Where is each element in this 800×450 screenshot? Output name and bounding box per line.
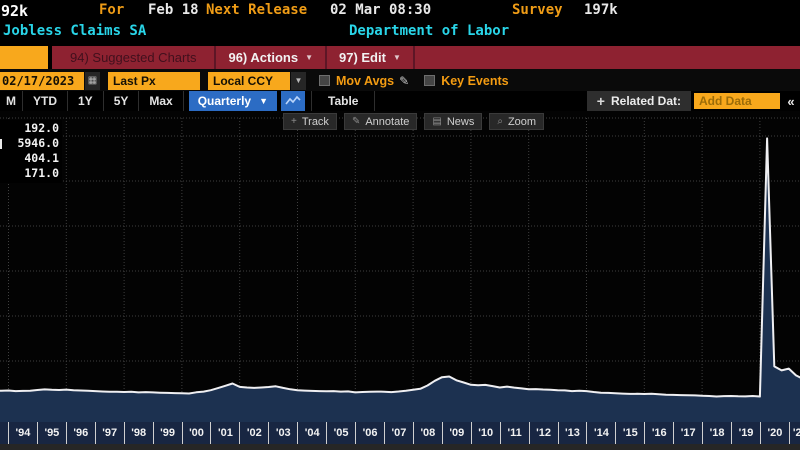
x-axis-label: '10	[471, 422, 500, 444]
calendar-icon[interactable]: ▦	[85, 72, 100, 90]
period-select[interactable]: Quarterly▼	[189, 91, 277, 111]
x-axis-label: '01	[210, 422, 239, 444]
x-axis-label: '14	[586, 422, 615, 444]
x-axis-label: '12	[529, 422, 558, 444]
security-name: Jobless Claims SA	[3, 23, 146, 39]
x-axis-label: '17	[673, 422, 702, 444]
annotate-button[interactable]: ✎Annotate	[344, 113, 417, 130]
collapse-panel-button[interactable]: «	[782, 91, 800, 111]
x-axis-label: '15	[615, 422, 644, 444]
news-icon: ▤	[432, 116, 441, 127]
x-axis-partial-label: '2	[789, 422, 800, 444]
add-data-input[interactable]	[694, 93, 780, 109]
key-events-checkbox[interactable]	[424, 75, 435, 86]
line-chart-icon	[285, 95, 301, 107]
legend-value: 192.0	[0, 121, 59, 136]
release-info-row: 92k For Feb 18 Next Release 02 Mar 08:30…	[0, 0, 800, 22]
chevron-down-icon: ▼	[393, 53, 401, 62]
survey-value: 197k	[584, 2, 618, 18]
bloomberg-terminal: 92k For Feb 18 Next Release 02 Mar 08:30…	[0, 0, 800, 450]
x-axis-label: '11	[500, 422, 529, 444]
x-axis: '94'95'96'97'98'99'00'01'02'03'04'05'06'…	[0, 422, 800, 444]
currency-dropdown-arrow[interactable]: ▼	[291, 72, 306, 90]
x-axis-label: '98	[124, 422, 153, 444]
zoom-icon: ⌕	[497, 116, 503, 127]
x-axis-label: '96	[66, 422, 95, 444]
x-axis-label: '08	[413, 422, 442, 444]
x-axis-label: '09	[442, 422, 471, 444]
toolbar-row: MYTD1Y5YMax Quarterly▼ Table +Related Da…	[0, 91, 800, 111]
price-plot[interactable]	[0, 111, 800, 422]
last-value: 92k	[1, 2, 28, 20]
bottom-strip	[0, 444, 800, 450]
annotate-icon: ✎	[352, 116, 360, 127]
x-axis-label: '18	[702, 422, 731, 444]
x-axis-label: '02	[239, 422, 268, 444]
range-button-m[interactable]: M	[0, 91, 23, 111]
controls-row: 02/17/2023 ▦ Last Px Local CCY ▼ Mov Avg…	[0, 69, 800, 91]
key-events-label: Key Events	[441, 74, 508, 88]
x-axis-label: '20	[760, 422, 789, 444]
range-buttons: MYTD1Y5YMax	[0, 91, 184, 111]
x-axis-label: '94	[8, 422, 37, 444]
date-input[interactable]: 02/17/2023	[0, 72, 84, 90]
legend-value: 171.0	[0, 166, 59, 181]
x-axis-label: '13	[558, 422, 587, 444]
plus-icon: +	[597, 93, 605, 109]
x-axis-label: '00	[182, 422, 211, 444]
legend-value: 404.1	[0, 151, 59, 166]
range-button-1y[interactable]: 1Y	[68, 91, 104, 111]
pencil-icon[interactable]: ✎	[399, 74, 409, 88]
range-button-max[interactable]: Max	[139, 91, 183, 111]
track-button[interactable]: +Track	[283, 113, 337, 130]
chevron-down-icon: ▼	[305, 53, 313, 62]
next-release-label: Next Release	[206, 2, 307, 18]
security-row: Jobless Claims SA Department of Labor	[0, 22, 800, 46]
x-axis-label: '99	[153, 422, 182, 444]
price-field-input[interactable]: Last Px	[108, 72, 200, 90]
survey-label: Survey	[512, 2, 563, 18]
high-marker	[0, 139, 2, 149]
x-axis-label: '97	[95, 422, 124, 444]
value-legend: 192.05946.0404.1171.0	[0, 120, 62, 183]
currency-input[interactable]: Local CCY	[208, 72, 290, 90]
command-block[interactable]	[0, 46, 48, 69]
chart-area: +Track ✎Annotate ▤News ⌕Zoom 192.05946.0404…	[0, 111, 800, 422]
x-axis-label: '16	[644, 422, 673, 444]
zoom-button[interactable]: ⌕Zoom	[489, 113, 544, 130]
x-axis-label: '06	[355, 422, 384, 444]
actions-menu[interactable]: 96) Actions▼	[216, 46, 327, 69]
next-release-value: 02 Mar 08:30	[330, 2, 431, 18]
chevron-down-icon: ▼	[259, 96, 268, 106]
table-button[interactable]: Table	[311, 91, 375, 111]
mov-avgs-label: Mov Avgs	[336, 74, 394, 88]
suggested-charts-menu[interactable]: 94) Suggested Charts	[52, 46, 216, 69]
range-button-5y[interactable]: 5Y	[104, 91, 140, 111]
x-axis-label: '19	[731, 422, 760, 444]
for-period: Feb 18	[148, 2, 199, 18]
mov-avgs-checkbox[interactable]	[319, 75, 330, 86]
track-icon: +	[291, 116, 297, 127]
chart-type-button[interactable]	[281, 91, 305, 111]
x-axis-label: '03	[268, 422, 297, 444]
range-button-ytd[interactable]: YTD	[23, 91, 68, 111]
related-data-button[interactable]: +Related Dat:	[587, 91, 691, 111]
edit-menu[interactable]: 97) Edit▼	[327, 46, 415, 69]
menubar: 94) Suggested Charts 96) Actions▼ 97) Ed…	[0, 46, 800, 69]
x-axis-label: '07	[384, 422, 413, 444]
for-label: For	[99, 2, 124, 18]
news-button[interactable]: ▤News	[424, 113, 482, 130]
x-axis-label: '04	[297, 422, 326, 444]
chart-tools: +Track ✎Annotate ▤News ⌕Zoom	[283, 113, 544, 130]
x-axis-label: '95	[37, 422, 66, 444]
legend-value: 5946.0	[0, 136, 59, 151]
x-axis-label: '05	[326, 422, 355, 444]
data-source: Department of Labor	[349, 23, 509, 39]
